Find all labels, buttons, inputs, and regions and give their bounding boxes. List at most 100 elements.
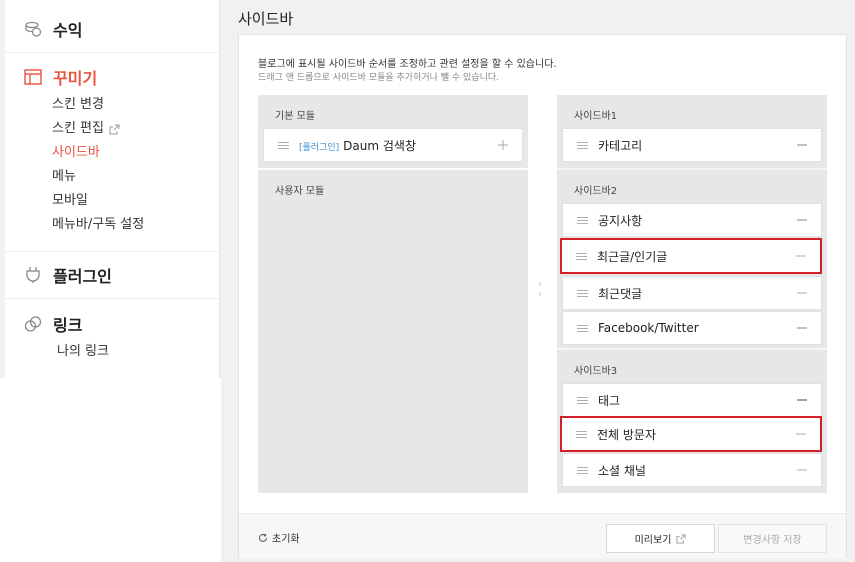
module-name: [플러그인] Daum 검색창 bbox=[299, 137, 416, 154]
plus-icon bbox=[498, 140, 508, 150]
sidebar2-group: 사이드바2 공지사항 최근글/인기글 최근댓글 Facebook/Twitter bbox=[557, 170, 827, 348]
nav-link-section: 링크 나의 링크 bbox=[5, 298, 220, 378]
nav-decorate[interactable]: 꾸미기 bbox=[23, 66, 97, 88]
module-name: 소셜 채널 bbox=[598, 463, 646, 478]
description-text: 블로그에 표시될 사이드바 순서를 조정하고 관련 설정을 할 수 있습니다. bbox=[258, 59, 557, 70]
drag-handle-icon[interactable] bbox=[577, 216, 588, 224]
nav-sub-label: 나의 링크 bbox=[57, 344, 109, 359]
module-name: 최근글/인기글 bbox=[597, 249, 668, 264]
module-notice[interactable]: 공지사항 bbox=[562, 203, 822, 237]
sidebar3-label: 사이드바3 bbox=[574, 366, 618, 377]
nav-sub-my-links[interactable]: 나의 링크 bbox=[57, 343, 109, 361]
nav-sub-label: 스킨 변경 bbox=[52, 97, 104, 112]
description-subtext: 드래그 앤 드롭으로 사이드바 모듈을 추가하거나 뺄 수 있습니다. bbox=[258, 73, 500, 83]
module-name: 최근댓글 bbox=[598, 286, 643, 301]
drag-handle-icon[interactable] bbox=[577, 289, 588, 297]
module-total-visitors[interactable]: 전체 방문자 bbox=[560, 416, 822, 452]
module-recent-popular-posts[interactable]: 최근글/인기글 bbox=[560, 238, 822, 274]
drag-handle-icon[interactable] bbox=[576, 252, 587, 260]
remove-module-button[interactable] bbox=[795, 393, 809, 407]
preview-button[interactable]: 미리보기 bbox=[606, 524, 715, 553]
left-nav: 수익 꾸미기 스킨 변경 스킨 편집 사이드바 메뉴 모바일 메뉴바/구독 설정 bbox=[0, 0, 221, 562]
module-tags[interactable]: 태그 bbox=[562, 383, 822, 417]
nav-sub-label: 사이드바 bbox=[52, 145, 100, 160]
minus-icon bbox=[797, 399, 807, 401]
nav-link-label: 링크 bbox=[53, 316, 83, 335]
nav-sub-label: 스킨 편집 bbox=[52, 121, 104, 136]
drag-handle-icon[interactable] bbox=[278, 141, 289, 149]
module-name: 전체 방문자 bbox=[597, 427, 657, 442]
minus-icon bbox=[797, 144, 807, 146]
remove-module-button[interactable] bbox=[794, 427, 808, 441]
module-facebook-twitter[interactable]: Facebook/Twitter bbox=[562, 311, 822, 345]
drag-handle-icon[interactable] bbox=[576, 430, 587, 438]
save-changes-button[interactable]: 변경사항 저장 bbox=[718, 524, 827, 553]
plugin-tag: [플러그인] bbox=[299, 142, 340, 153]
sidebar1-label: 사이드바1 bbox=[574, 111, 618, 122]
nav-plugin-label: 플러그인 bbox=[53, 267, 112, 286]
preview-label: 미리보기 bbox=[634, 535, 672, 546]
nav-sub-menubar[interactable]: 메뉴바/구독 설정 bbox=[52, 216, 144, 234]
module-name: Facebook/Twitter bbox=[598, 321, 699, 335]
minus-icon bbox=[797, 327, 807, 329]
basic-modules-label: 기본 모듈 bbox=[275, 111, 315, 122]
minus-icon bbox=[797, 469, 807, 471]
module-name: 카테고리 bbox=[598, 138, 643, 153]
add-module-button[interactable] bbox=[496, 138, 510, 152]
drag-handle-icon[interactable] bbox=[577, 324, 588, 332]
panel-footer: 초기화 미리보기 변경사항 저장 bbox=[239, 513, 846, 558]
module-daum-search[interactable]: [플러그인] Daum 검색창 bbox=[263, 128, 523, 162]
sidebar3-group: 사이드바3 태그 전체 방문자 소셜 채널 bbox=[557, 350, 827, 493]
remove-module-button[interactable] bbox=[795, 213, 809, 227]
move-arrows-icon: › ‹ bbox=[538, 279, 542, 300]
remove-module-button[interactable] bbox=[794, 249, 808, 263]
sidebars-column: 사이드바1 카테고리 사이드바2 공지사항 최근글/인기글 최근댓글 Faceb… bbox=[557, 95, 827, 493]
module-name: 공지사항 bbox=[598, 213, 643, 228]
minus-icon bbox=[796, 255, 806, 257]
nav-sub-label: 모바일 bbox=[52, 193, 88, 208]
sidebar1-group: 사이드바1 카테고리 bbox=[557, 95, 827, 168]
module-recent-comments[interactable]: 최근댓글 bbox=[562, 276, 822, 310]
nav-sub-mobile[interactable]: 모바일 bbox=[52, 192, 88, 210]
reset-button[interactable]: 초기화 bbox=[258, 530, 300, 545]
module-social-channels[interactable]: 소셜 채널 bbox=[562, 453, 822, 487]
nav-sub-label: 메뉴바/구독 설정 bbox=[52, 217, 145, 232]
minus-icon bbox=[796, 433, 806, 435]
sidebar2-label: 사이드바2 bbox=[574, 186, 618, 197]
nav-decorate-section: 꾸미기 스킨 변경 스킨 편집 사이드바 메뉴 모바일 메뉴바/구독 설정 bbox=[5, 52, 220, 251]
module-name-text: Daum 검색창 bbox=[343, 138, 416, 153]
user-modules-label: 사용자 모듈 bbox=[275, 186, 325, 197]
nav-sub-menu[interactable]: 메뉴 bbox=[52, 168, 76, 186]
remove-module-button[interactable] bbox=[795, 463, 809, 477]
coin-stack-icon bbox=[23, 19, 43, 39]
reset-label: 초기화 bbox=[272, 534, 300, 545]
nav-sub-skin-edit[interactable]: 스킨 편집 bbox=[52, 120, 120, 138]
drag-handle-icon[interactable] bbox=[577, 396, 588, 404]
remove-module-button[interactable] bbox=[795, 321, 809, 335]
plug-icon bbox=[23, 265, 43, 285]
page-title: 사이드바 bbox=[238, 10, 294, 28]
nav-plugin[interactable]: 플러그인 bbox=[23, 264, 112, 286]
minus-icon bbox=[797, 219, 807, 221]
drag-handle-icon[interactable] bbox=[577, 466, 588, 474]
remove-module-button[interactable] bbox=[795, 286, 809, 300]
remove-module-button[interactable] bbox=[795, 138, 809, 152]
nav-blank-area bbox=[0, 378, 221, 562]
nav-link[interactable]: 링크 bbox=[23, 313, 82, 335]
sidebar-settings-panel: 블로그에 표시될 사이드바 순서를 조정하고 관련 설정을 할 수 있습니다. … bbox=[238, 34, 847, 558]
module-name: 태그 bbox=[598, 393, 621, 408]
user-modules-box[interactable]: 사용자 모듈 bbox=[258, 170, 528, 493]
drag-handle-icon[interactable] bbox=[577, 141, 588, 149]
nav-revenue-label: 수익 bbox=[53, 21, 83, 40]
module-category[interactable]: 카테고리 bbox=[562, 128, 822, 162]
chain-link-icon bbox=[23, 314, 43, 334]
nav-card: 수익 꾸미기 스킨 변경 스킨 편집 사이드바 메뉴 모바일 메뉴바/구독 설정 bbox=[5, 0, 220, 378]
refresh-icon bbox=[258, 533, 268, 543]
minus-icon bbox=[797, 292, 807, 294]
nav-sub-skin-change[interactable]: 스킨 변경 bbox=[52, 96, 104, 114]
nav-sub-label: 메뉴 bbox=[52, 169, 76, 184]
nav-revenue[interactable]: 수익 bbox=[23, 18, 82, 40]
nav-sub-sidebar[interactable]: 사이드바 bbox=[52, 144, 100, 162]
basic-modules-box: 기본 모듈 [플러그인] Daum 검색창 bbox=[258, 95, 528, 168]
save-label: 변경사항 저장 bbox=[743, 535, 802, 546]
